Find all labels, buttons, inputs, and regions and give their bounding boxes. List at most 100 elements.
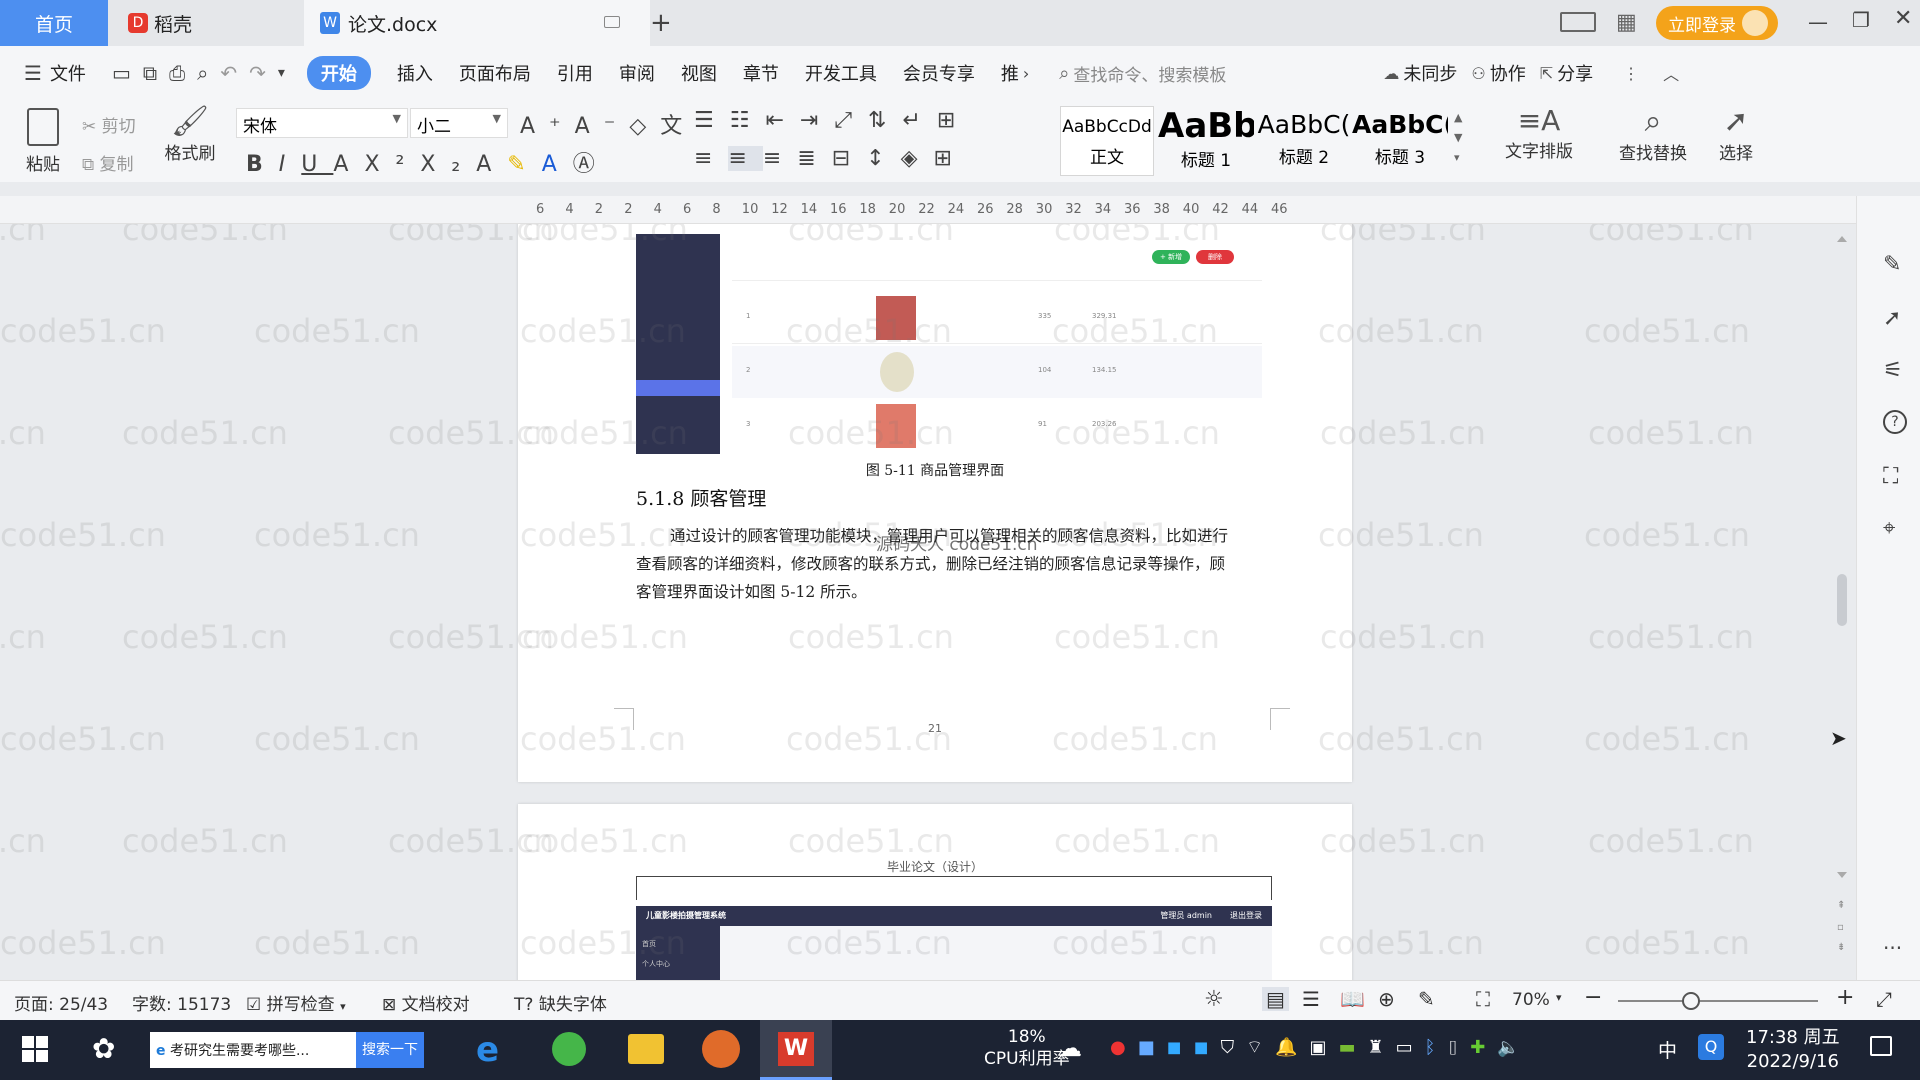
scroll-up-icon[interactable] (1837, 232, 1847, 242)
scroll-down-icon[interactable] (1837, 872, 1847, 882)
restore-icon[interactable]: ❐ (1852, 8, 1870, 32)
copy-button[interactable]: ⧉ 复制 (82, 150, 134, 175)
missing-font-button[interactable]: T? 缺失字体 (514, 990, 607, 1015)
ime-indicator[interactable]: 中 (1658, 1036, 1677, 1063)
page-indicator[interactable]: 页面: 25/43 (14, 990, 108, 1015)
notification-bell-icon[interactable]: 🔔 (1275, 1037, 1309, 1058)
windows-start-icon[interactable] (22, 1036, 48, 1062)
word-count[interactable]: 字数: 15173 (132, 990, 231, 1015)
quick-access-dropdown-icon[interactable]: ▾ (278, 65, 285, 81)
format-painter-button[interactable]: 🖌 格式刷 (160, 104, 220, 164)
bluetooth-icon[interactable]: ᛒ (1425, 1037, 1448, 1058)
tab-home[interactable]: 首页 (0, 0, 108, 46)
fit-page-icon[interactable]: ⛶ (1476, 987, 1490, 1011)
tray-c-icon[interactable]: ◼ (1167, 1037, 1194, 1058)
align-right-icon[interactable]: ≡ (763, 146, 797, 171)
shrink-font-icon[interactable]: A⁻ (575, 114, 630, 139)
tray-security-icon[interactable]: ⛉ (1221, 1037, 1247, 1058)
zoom-slider[interactable] (1618, 992, 1818, 1010)
save-icon[interactable]: ▭ (112, 61, 131, 85)
borders-icon[interactable]: ⊞ (934, 146, 968, 171)
print-icon[interactable]: ⎙ (169, 61, 185, 85)
menu-reference[interactable]: 引用 (557, 60, 593, 86)
wps-taskbar-icon[interactable]: W (760, 1020, 832, 1080)
clear-format-icon[interactable]: ◇ (629, 114, 660, 139)
styles-scroll[interactable]: ▲ ▼ ▾ (1454, 108, 1462, 168)
increase-indent-icon[interactable]: ⇥ (800, 108, 834, 133)
tray-green-icon[interactable]: ✚ (1470, 1037, 1497, 1058)
action-center-icon[interactable] (1870, 1036, 1892, 1056)
grow-font-icon[interactable]: A⁺ (520, 114, 575, 139)
strikethrough-icon[interactable]: A (333, 152, 364, 177)
sync-status[interactable]: 未同步 (1403, 60, 1457, 86)
browser-360-icon[interactable] (552, 1032, 586, 1066)
align-center-icon[interactable]: ≡ (728, 146, 763, 171)
taskbar-search-box[interactable]: e 考研究生需要考哪些... (150, 1032, 356, 1068)
select-button[interactable]: ➚ 选择 (1706, 104, 1766, 164)
numbered-list-icon[interactable]: ☷ (730, 108, 766, 133)
help-icon[interactable]: ? (1883, 410, 1907, 434)
superscript-icon[interactable]: X² (364, 152, 420, 177)
wifi-icon[interactable]: ⌔ (1246, 1037, 1275, 1058)
fullscreen-icon[interactable]: ⤢ (1876, 987, 1892, 1011)
menu-chapter[interactable]: 章节 (743, 60, 779, 86)
tray-c2-icon[interactable]: ◼ (1194, 1037, 1221, 1058)
subscript-icon[interactable]: X₂ (420, 152, 476, 177)
nvidia-icon[interactable]: ▬ (1339, 1037, 1368, 1058)
line-spacing-icon[interactable]: ↕ (866, 146, 900, 171)
web-view-icon[interactable]: ⊕ (1378, 987, 1395, 1011)
distribute-icon[interactable]: ⊟ (832, 146, 866, 171)
menu-layout[interactable]: 页面布局 (459, 60, 531, 86)
menu-review[interactable]: 审阅 (619, 60, 655, 86)
highlight-icon[interactable]: ✎ (507, 152, 541, 177)
game-app-icon[interactable] (702, 1030, 740, 1068)
tab-daoke[interactable]: D 稻壳 (110, 0, 300, 46)
usb-icon[interactable]: ⌷ (1447, 1037, 1470, 1058)
font-family-select[interactable]: 宋体 ▼ (236, 108, 408, 138)
zoom-in-icon[interactable]: + (1836, 985, 1854, 1010)
align-left-icon[interactable]: ≡ (694, 146, 728, 171)
clock[interactable]: 17:38 周五 2022/9/16 (1746, 1026, 1840, 1074)
cpu-usage[interactable]: 18% CPU利用率 (984, 1026, 1070, 1070)
font-color-icon[interactable]: A (542, 152, 573, 177)
menu-file[interactable]: 文件 (50, 60, 86, 86)
table-tab-icon[interactable]: ⊞ (937, 108, 971, 133)
style-normal[interactable]: AaBbCcDd 正文 (1060, 106, 1154, 176)
minimize-icon[interactable]: — (1808, 10, 1828, 34)
show-marks-icon[interactable]: ↵ (902, 108, 936, 133)
more-dots-icon[interactable]: ··· (1883, 936, 1902, 960)
bullet-list-icon[interactable]: ☰ (694, 108, 730, 133)
ie-browser-icon[interactable]: e (476, 1030, 499, 1070)
qq-icon[interactable]: ♜ (1368, 1037, 1396, 1058)
input-method-icon[interactable]: Q (1698, 1034, 1724, 1060)
collapse-ribbon-icon[interactable]: ︿ (1663, 61, 1679, 85)
adjust-icon[interactable]: ⚟ (1883, 358, 1903, 383)
share-button[interactable]: 分享 (1557, 60, 1593, 86)
page-view-icon[interactable]: ▤ (1262, 987, 1289, 1011)
menu-view[interactable]: 视图 (681, 60, 717, 86)
tray-monitor-icon[interactable]: ▣ (1309, 1037, 1338, 1058)
justify-icon[interactable]: ≣ (797, 146, 831, 171)
style-heading-2[interactable]: AaBbC( 标题 2 (1256, 106, 1352, 176)
style-heading-1[interactable]: AaBb 标题 1 (1158, 106, 1254, 176)
chinese-layout-icon[interactable]: ⤢ (834, 108, 868, 133)
tab-document[interactable]: W 论文.docx (304, 0, 650, 46)
text-effect-icon[interactable]: A (476, 152, 507, 177)
zoom-level[interactable]: 70% (1512, 990, 1550, 1010)
more-vertical-icon[interactable]: ⋮ (1623, 64, 1639, 83)
monitor-icon[interactable] (604, 16, 620, 28)
image-tool-icon[interactable]: ⛶ (1883, 464, 1898, 489)
spell-check-button[interactable]: ☑ 拼写检查 ▾ (246, 990, 346, 1015)
cut-button[interactable]: ✂ 剪切 (82, 112, 136, 137)
layout-icon[interactable] (1560, 12, 1596, 32)
write-view-icon[interactable]: ✎ (1418, 987, 1435, 1011)
tray-app-icon[interactable]: ● (1110, 1037, 1138, 1058)
zoom-slider-thumb[interactable] (1682, 992, 1700, 1010)
hamburger-icon[interactable]: ☰ (24, 61, 42, 85)
new-tab-icon[interactable]: + (650, 8, 672, 38)
decrease-indent-icon[interactable]: ⇤ (765, 108, 799, 133)
chevron-right-icon[interactable]: › (1023, 64, 1029, 83)
collab-button[interactable]: 协作 (1490, 60, 1526, 86)
assistant-icon[interactable]: ✿ (92, 1032, 115, 1065)
phonetic-icon[interactable]: 文 (660, 114, 696, 139)
